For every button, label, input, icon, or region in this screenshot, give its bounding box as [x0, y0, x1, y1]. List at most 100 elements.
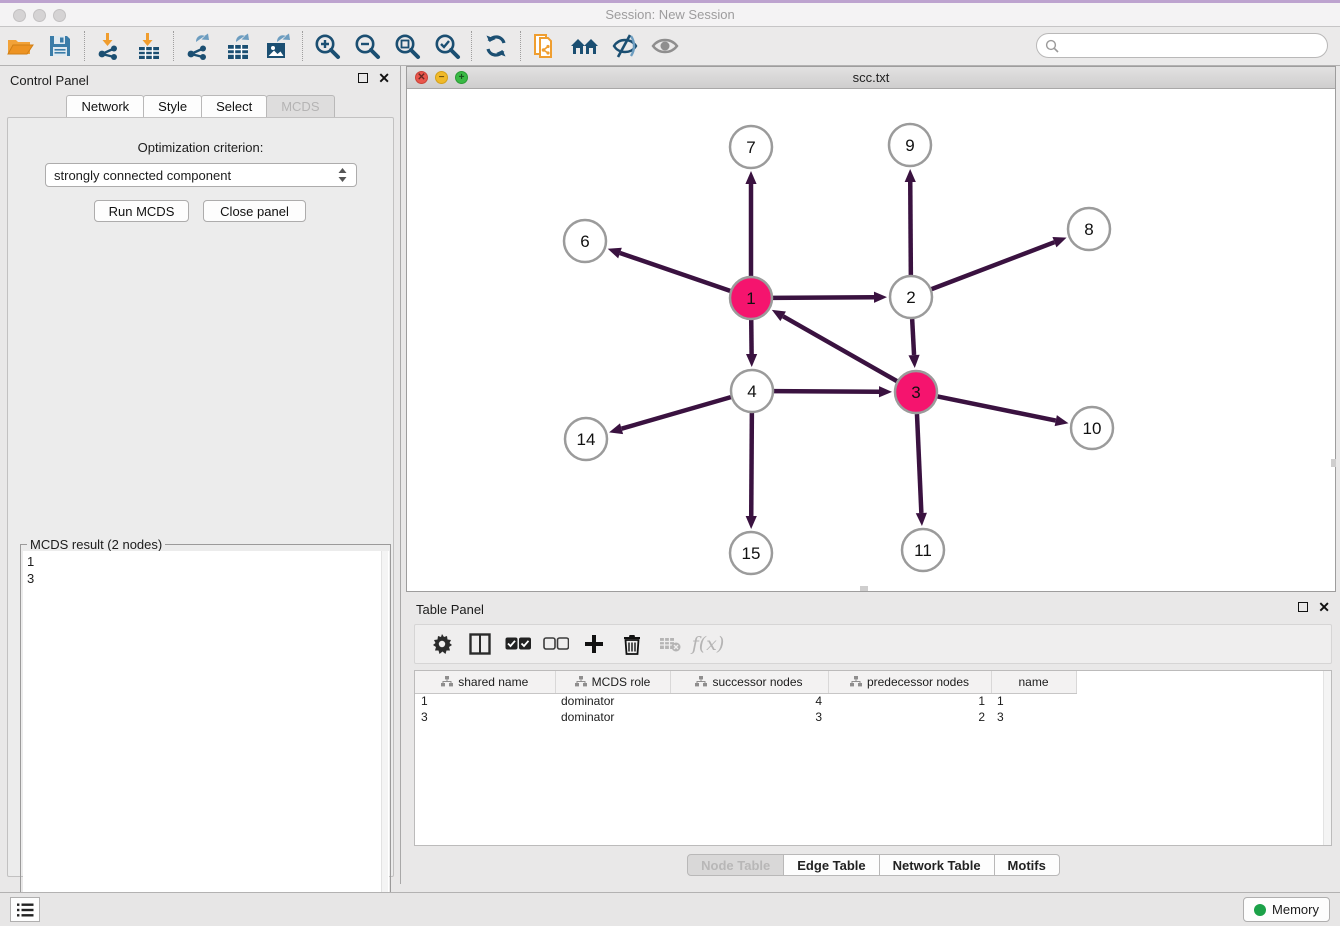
add-column-icon[interactable] — [577, 628, 611, 660]
cell-predecessor-nodes[interactable]: 2 — [828, 709, 991, 725]
node-2[interactable]: 2 — [890, 276, 932, 318]
cell-MCDS-role[interactable]: dominator — [555, 709, 670, 725]
tab-network[interactable]: Network — [66, 95, 144, 117]
toolbar-separator — [84, 31, 85, 61]
delete-table-icon[interactable] — [653, 628, 687, 660]
select-all-icon[interactable] — [501, 628, 535, 660]
network-canvas[interactable]: 7 9 6 8 1 2 4 3 14 10 15 11 — [407, 89, 1335, 591]
column-header-successor-nodes[interactable]: successor nodes — [670, 671, 828, 693]
mcds-result-text[interactable]: 1 3 — [23, 551, 389, 923]
node-4[interactable]: 4 — [731, 370, 773, 412]
network-window-titlebar[interactable]: ✕ − + scc.txt — [407, 67, 1335, 89]
cell-name[interactable]: 3 — [991, 709, 1076, 725]
tab-mcds[interactable]: MCDS — [266, 95, 334, 117]
node-6[interactable]: 6 — [564, 220, 606, 262]
columns-icon[interactable] — [463, 628, 497, 660]
h-scrollbar-thumb[interactable] — [860, 586, 868, 591]
toolbar-separator — [471, 31, 472, 61]
cell-MCDS-role[interactable]: dominator — [555, 693, 670, 709]
export-table-icon[interactable] — [218, 29, 258, 63]
node-15[interactable]: 15 — [730, 532, 772, 574]
deselect-all-icon[interactable] — [539, 628, 573, 660]
node-3[interactable]: 3 — [895, 371, 937, 413]
hide-selected-icon[interactable] — [605, 29, 645, 63]
table-scrollbar[interactable] — [1323, 671, 1331, 845]
result-scrollbar[interactable] — [381, 551, 388, 923]
tab-select[interactable]: Select — [201, 95, 267, 117]
search-input[interactable] — [1059, 36, 1327, 56]
node-7[interactable]: 7 — [730, 126, 772, 168]
edge-4-14[interactable] — [609, 397, 731, 434]
cell-successor-nodes[interactable]: 4 — [670, 693, 828, 709]
node-14[interactable]: 14 — [565, 418, 607, 460]
cell-predecessor-nodes[interactable]: 1 — [828, 693, 991, 709]
first-neighbors-icon[interactable] — [565, 29, 605, 63]
tree-icon — [695, 676, 707, 687]
close-panel-button[interactable]: Close panel — [203, 200, 306, 222]
tab-style[interactable]: Style — [143, 95, 202, 117]
column-header-name[interactable]: name — [991, 671, 1076, 693]
search-box[interactable] — [1036, 33, 1328, 58]
svg-text:15: 15 — [742, 544, 761, 563]
delete-icon[interactable] — [615, 628, 649, 660]
zoom-in-icon[interactable] — [307, 29, 347, 63]
optimization-criterion-select[interactable]: strongly connected component — [45, 163, 357, 187]
memory-button[interactable]: Memory — [1243, 897, 1330, 922]
table-row[interactable]: 3dominator323 — [415, 709, 1076, 725]
v-scrollbar-thumb[interactable] — [1331, 459, 1336, 467]
tab-node-table[interactable]: Node Table — [687, 854, 784, 876]
edge-4-3[interactable] — [774, 386, 892, 397]
tab-edge-table[interactable]: Edge Table — [783, 854, 879, 876]
edge-1-7[interactable] — [745, 171, 756, 276]
tab-motifs[interactable]: Motifs — [994, 854, 1060, 876]
column-header-predecessor-nodes[interactable]: predecessor nodes — [828, 671, 991, 693]
network-window-title: scc.txt — [407, 70, 1335, 85]
zoom-selected-icon[interactable] — [427, 29, 467, 63]
export-network-icon[interactable] — [178, 29, 218, 63]
zoom-fit-icon[interactable] — [387, 29, 427, 63]
run-mcds-button[interactable]: Run MCDS — [94, 200, 189, 222]
node-1[interactable]: 1 — [730, 277, 772, 319]
export-image-icon[interactable] — [258, 29, 298, 63]
edge-1-4[interactable] — [746, 320, 757, 367]
edge-3-11[interactable] — [916, 414, 927, 526]
function-builder-icon[interactable]: f(x) — [691, 628, 725, 660]
edge-3-10[interactable] — [938, 396, 1069, 426]
node-table[interactable]: shared nameMCDS rolesuccessor nodesprede… — [414, 670, 1332, 846]
node-8[interactable]: 8 — [1068, 208, 1110, 250]
edge-2-3[interactable] — [908, 319, 919, 368]
float-panel-icon[interactable] — [358, 73, 368, 83]
edge-2-9[interactable] — [905, 169, 916, 275]
close-panel-icon[interactable]: ✕ — [378, 73, 390, 83]
cell-successor-nodes[interactable]: 3 — [670, 709, 828, 725]
refresh-icon[interactable] — [476, 29, 516, 63]
column-header-MCDS-role[interactable]: MCDS role — [555, 671, 670, 693]
node-10[interactable]: 10 — [1071, 407, 1113, 449]
cell-shared-name[interactable]: 1 — [415, 693, 555, 709]
node-11[interactable]: 11 — [902, 529, 944, 571]
cell-name[interactable]: 1 — [991, 693, 1076, 709]
float-table-panel-icon[interactable] — [1298, 602, 1308, 612]
edge-3-1[interactable] — [772, 310, 897, 381]
open-session-icon[interactable] — [0, 29, 40, 63]
table-row[interactable]: 1dominator411 — [415, 693, 1076, 709]
edge-1-2[interactable] — [773, 292, 887, 303]
import-table-icon[interactable] — [129, 29, 169, 63]
cell-shared-name[interactable]: 3 — [415, 709, 555, 725]
close-table-panel-icon[interactable]: ✕ — [1318, 602, 1330, 612]
toolbar-separator — [173, 31, 174, 61]
task-history-button[interactable] — [10, 897, 40, 922]
show-all-icon[interactable] — [645, 29, 685, 63]
column-header-shared-name[interactable]: shared name — [415, 671, 555, 693]
save-session-icon[interactable] — [40, 29, 80, 63]
edge-1-6[interactable] — [608, 248, 730, 291]
import-network-icon[interactable] — [89, 29, 129, 63]
gear-icon[interactable] — [425, 628, 459, 660]
edge-2-8[interactable] — [932, 237, 1067, 289]
zoom-out-icon[interactable] — [347, 29, 387, 63]
node-9[interactable]: 9 — [889, 124, 931, 166]
svg-text:3: 3 — [911, 383, 920, 402]
edge-4-15[interactable] — [746, 413, 757, 529]
tab-network-table[interactable]: Network Table — [879, 854, 995, 876]
clone-network-icon[interactable] — [525, 29, 565, 63]
